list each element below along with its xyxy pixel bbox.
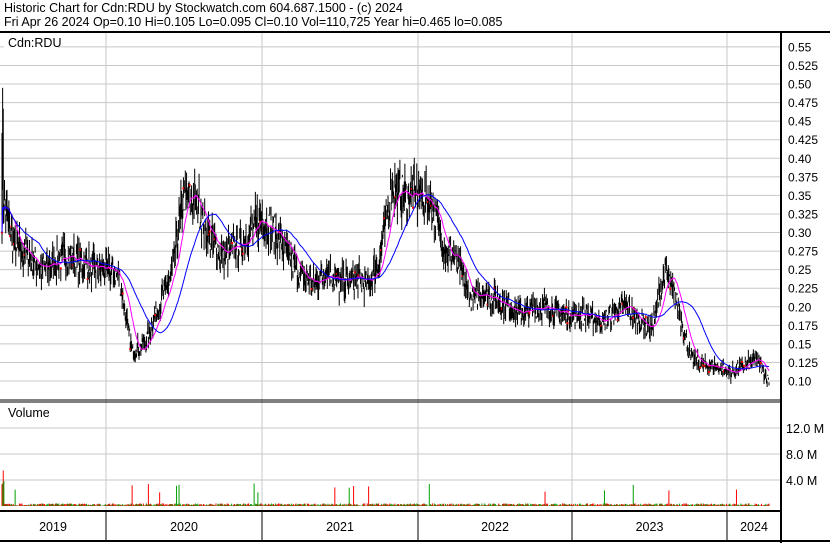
- price-tick-label: 0.175: [788, 319, 818, 333]
- price-tick-label: 0.30: [788, 226, 812, 240]
- price-tick-label: 0.10: [788, 375, 812, 389]
- price-marker: [707, 371, 710, 374]
- chart-window: Historic Chart for Cdn:RDU by Stockwatch…: [0, 0, 830, 543]
- price-tick-label: 0.325: [788, 207, 818, 221]
- price-marker: [188, 184, 191, 187]
- price-tick-label: 0.125: [788, 356, 818, 370]
- price-tick-label: 0.15: [788, 337, 812, 351]
- year-label: 2023: [636, 520, 664, 534]
- price-marker: [528, 312, 531, 315]
- price-marker: [741, 360, 744, 363]
- price-marker: [59, 267, 62, 270]
- price-tick-label: 0.40: [788, 152, 812, 166]
- year-label: 2021: [326, 520, 354, 534]
- price-marker: [669, 287, 672, 290]
- price-marker: [632, 316, 635, 319]
- price-tick-label: 0.375: [788, 170, 818, 184]
- price-tick-label: 0.45: [788, 115, 812, 129]
- price-tick-label: 0.475: [788, 96, 818, 110]
- price-marker: [208, 230, 211, 233]
- price-marker: [742, 364, 745, 367]
- year-label: 2022: [481, 520, 509, 534]
- price-marker: [121, 292, 124, 295]
- price-marker: [310, 288, 313, 291]
- price-marker: [241, 252, 244, 255]
- price-tick-label: 0.225: [788, 282, 818, 296]
- price-tick-label: 0.25: [788, 263, 812, 277]
- price-tick-label: 0.55: [788, 40, 812, 54]
- year-label: 2019: [39, 520, 67, 534]
- price-volume-chart: 0.55 0.525 0.50 0.475 0.45 0.425 0.40 0.375 0.35…: [0, 31, 830, 543]
- price-marker: [383, 217, 386, 220]
- price-marker: [759, 362, 762, 365]
- volume-tick-label: 4.0 M: [786, 474, 817, 488]
- year-label: 2024: [740, 520, 768, 534]
- year-label: 2020: [170, 520, 198, 534]
- price-marker: [644, 316, 647, 319]
- price-marker: [154, 313, 157, 316]
- price-tick-label: 0.50: [788, 78, 812, 92]
- price-tick-label: 0.20: [788, 300, 812, 314]
- price-tick-label: 0.425: [788, 133, 818, 147]
- price-marker: [79, 248, 82, 251]
- volume-tick-label: 12.0 M: [786, 422, 824, 436]
- price-marker: [182, 187, 185, 190]
- price-tick-label: 0.525: [788, 59, 818, 73]
- price-tick-label: 0.275: [788, 245, 818, 259]
- price-marker: [231, 241, 234, 244]
- price-marker: [703, 365, 706, 368]
- volume-tick-label: 8.0 M: [786, 448, 817, 462]
- price-marker: [566, 322, 569, 325]
- ticker-label: Cdn:RDU: [8, 36, 62, 50]
- price-marker: [353, 271, 356, 274]
- price-marker: [565, 306, 568, 309]
- volume-label: Volume: [8, 406, 50, 420]
- price-tick-label: 0.35: [788, 189, 812, 203]
